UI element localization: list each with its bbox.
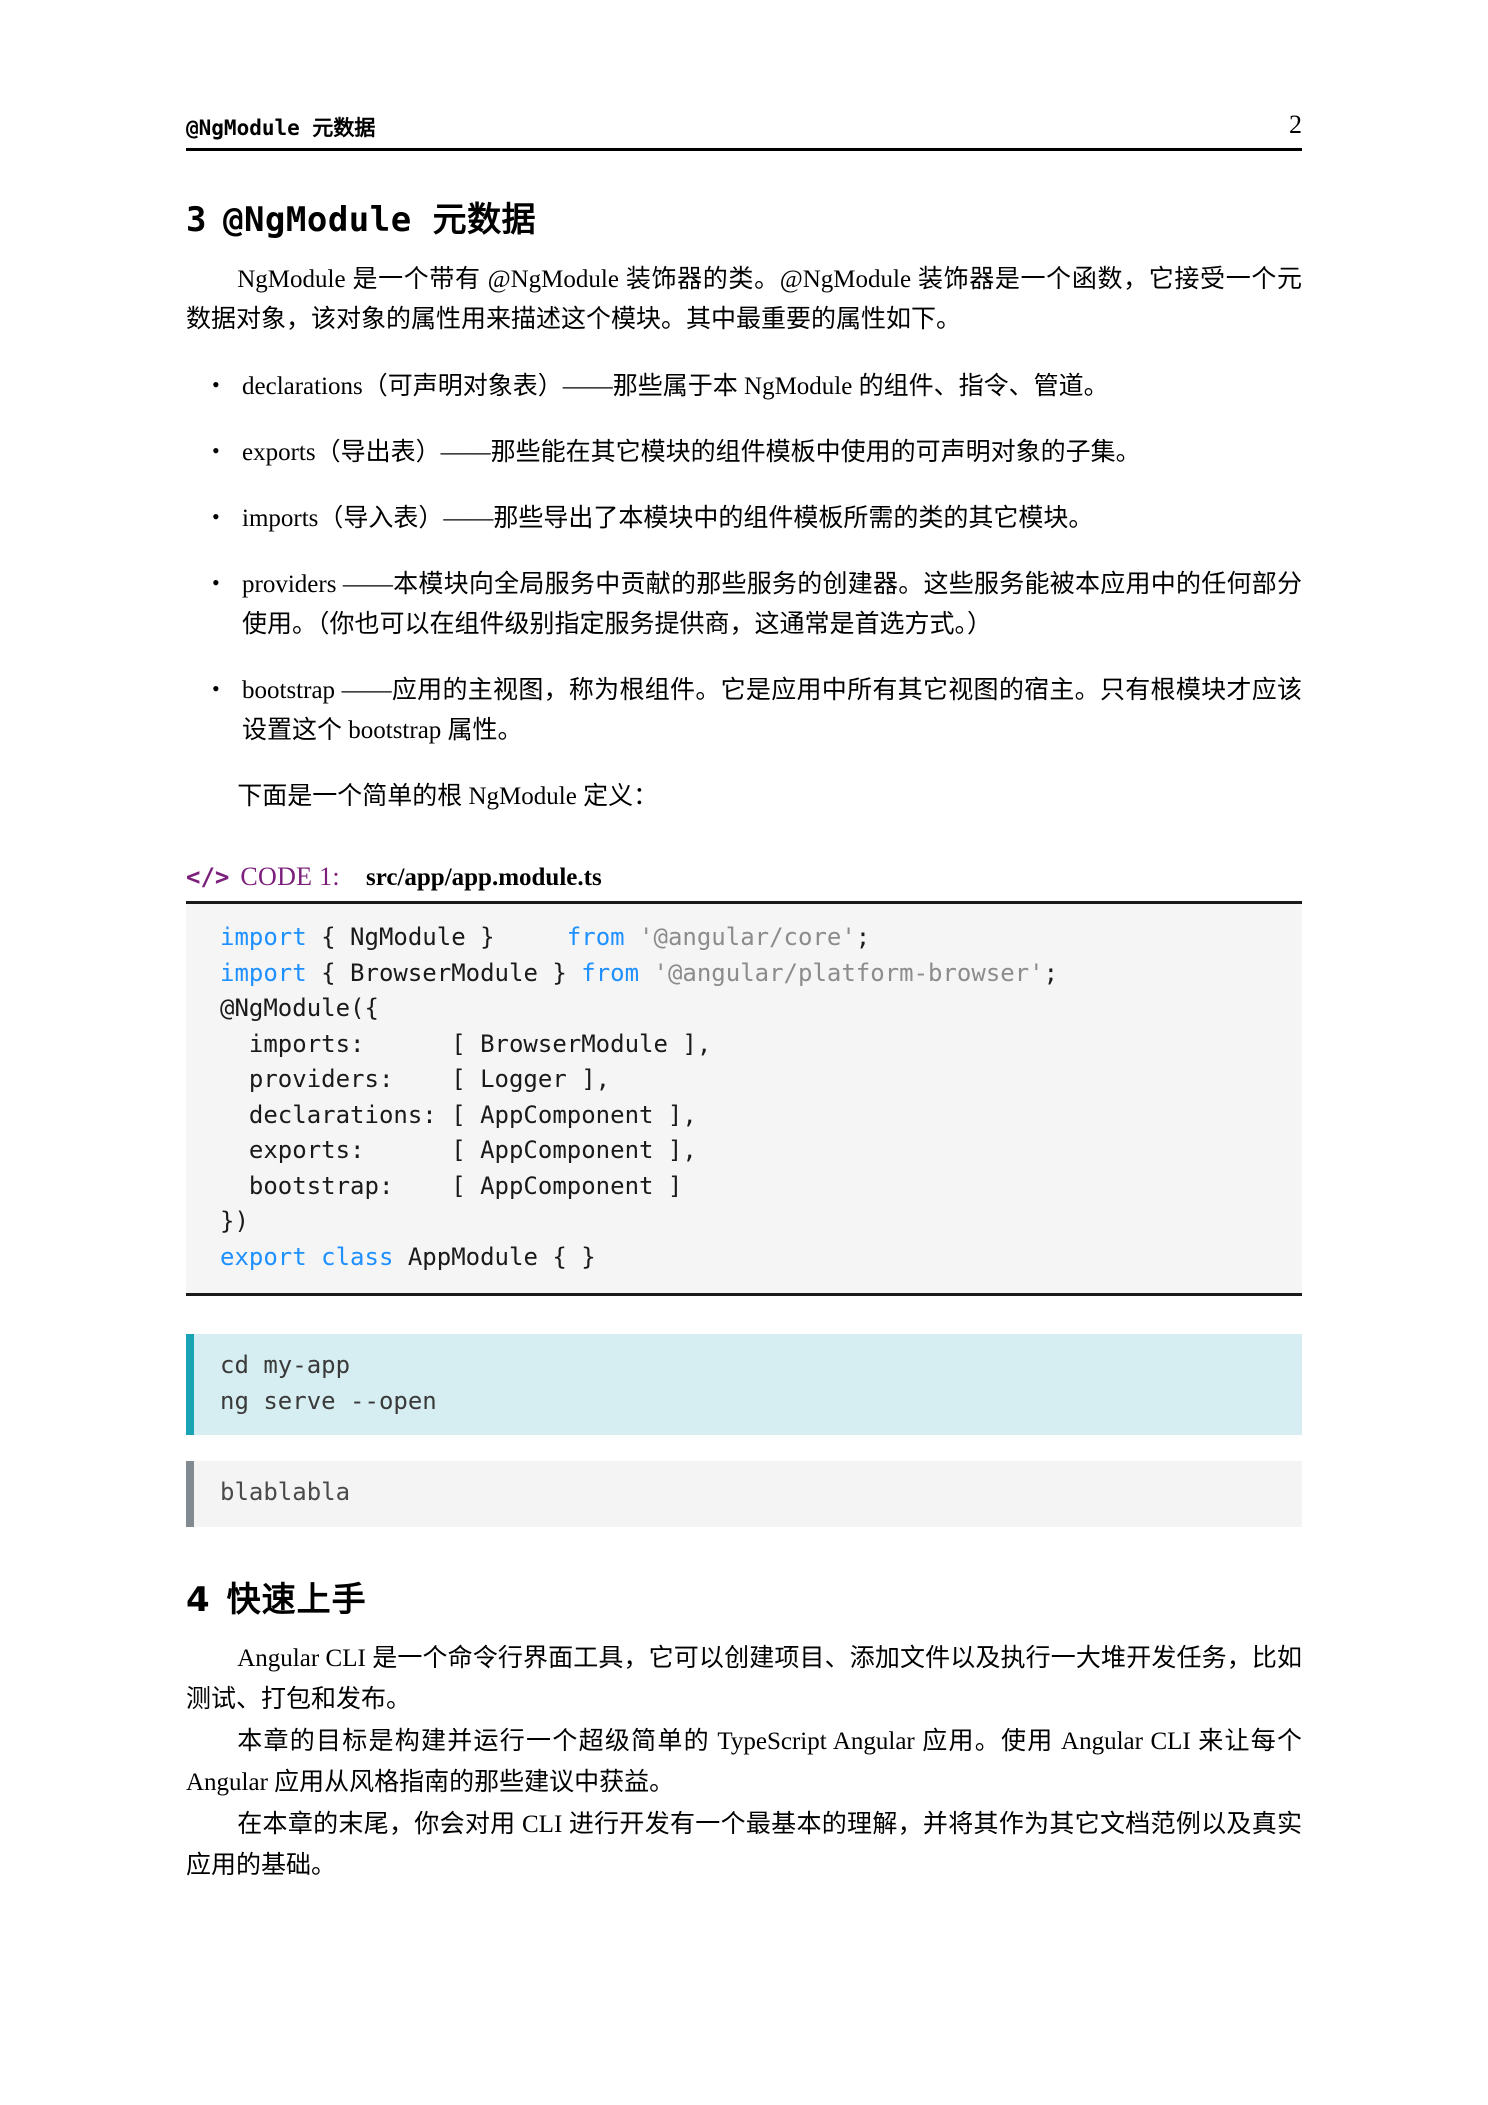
document-page: @NgModule 元数据 2 3 @NgModule 元数据 NgModule … (0, 0, 1488, 2105)
list-item: • exports（导出表）——那些能在其它模块的组件模板中使用的可声明对象的子集… (186, 433, 1302, 473)
section4-paragraph-2: 本章的目标是构建并运行一个超级简单的 TypeScript Angular 应用… (186, 1728, 1302, 1796)
note-line: blablabla (220, 1478, 351, 1507)
section4-paragraph-1: Angular CLI 是一个命令行界面工具，它可以创建项目、添加文件以及执行一… (186, 1645, 1302, 1713)
property-list: • declarations（可声明对象表）——那些属于本 NgModule 的组… (186, 367, 1302, 751)
shell-line: cd my-app (220, 1351, 351, 1380)
list-item-text: exports（导出表）——那些能在其它模块的组件模板中使用的可声明对象的子集。 (242, 438, 1141, 466)
section4-paragraph-3: 在本章的末尾，你会对用 CLI 进行开发有一个最基本的理解，并将其作为其它文档范… (186, 1811, 1302, 1879)
code-caption-filename: src/app/app.module.ts (365, 864, 602, 891)
page-number: 2 (1289, 110, 1302, 139)
section-heading-3: 3 @NgModule 元数据 (186, 199, 1302, 242)
section-number: 4 (186, 1579, 211, 1620)
section-heading-4: 4 快速上手 (186, 1579, 1302, 1622)
list-item: • bootstrap ——应用的主视图，称为根组件。它是应用中所有其它视图的宿主… (186, 671, 1302, 751)
bullet-marker: • (212, 371, 220, 397)
section-title: 快速上手 (226, 1579, 367, 1620)
section-number: 3 (186, 200, 207, 240)
list-item: • imports（导入表）——那些导出了本模块中的组件模板所需的类的其它模块。 (186, 499, 1302, 539)
list-item: • providers ——本模块向全局服务中贡献的那些服务的创建器。这些服务能被… (186, 565, 1302, 645)
bullet-marker: • (212, 437, 220, 463)
section-title: @NgModule 元数据 (222, 200, 537, 240)
list-item-text: declarations（可声明对象表）——那些属于本 NgModule 的组件… (242, 372, 1109, 400)
bullet-marker: • (212, 675, 220, 701)
list-item-text: providers ——本模块向全局服务中贡献的那些服务的创建器。这些服务能被本… (242, 570, 1302, 638)
code-caption-label: CODE 1: (240, 862, 340, 891)
list-item: • declarations（可声明对象表）——那些属于本 NgModule 的组… (186, 367, 1302, 407)
code-block: import { NgModule } from '@angular/core'… (186, 901, 1302, 1297)
code-caption: </> CODE 1: src/app/app.module.ts (186, 861, 1302, 893)
shell-line: ng serve --open (220, 1386, 437, 1415)
code-lead-in: 下面是一个简单的根 NgModule 定义： (237, 782, 659, 810)
code-tags-icon: </> (186, 863, 230, 891)
intro-paragraph: NgModule 是一个带有 @NgModule 装饰器的类。@NgModule… (186, 265, 1302, 334)
running-header-title: @NgModule 元数据 (186, 115, 376, 140)
shell-command-block: cd my-app ng serve --open (186, 1334, 1302, 1436)
code-content: import { NgModule } from '@angular/core'… (220, 923, 1059, 1271)
bullet-marker: • (212, 503, 220, 529)
note-block: blablabla (186, 1461, 1302, 1527)
bullet-marker: • (212, 569, 220, 595)
list-item-text: imports（导入表）——那些导出了本模块中的组件模板所需的类的其它模块。 (242, 504, 1094, 532)
list-item-text: bootstrap ——应用的主视图，称为根组件。它是应用中所有其它视图的宿主。… (242, 676, 1302, 744)
running-header: @NgModule 元数据 2 (186, 110, 1302, 151)
page-content: @NgModule 元数据 2 3 @NgModule 元数据 NgModule … (186, 0, 1302, 1886)
